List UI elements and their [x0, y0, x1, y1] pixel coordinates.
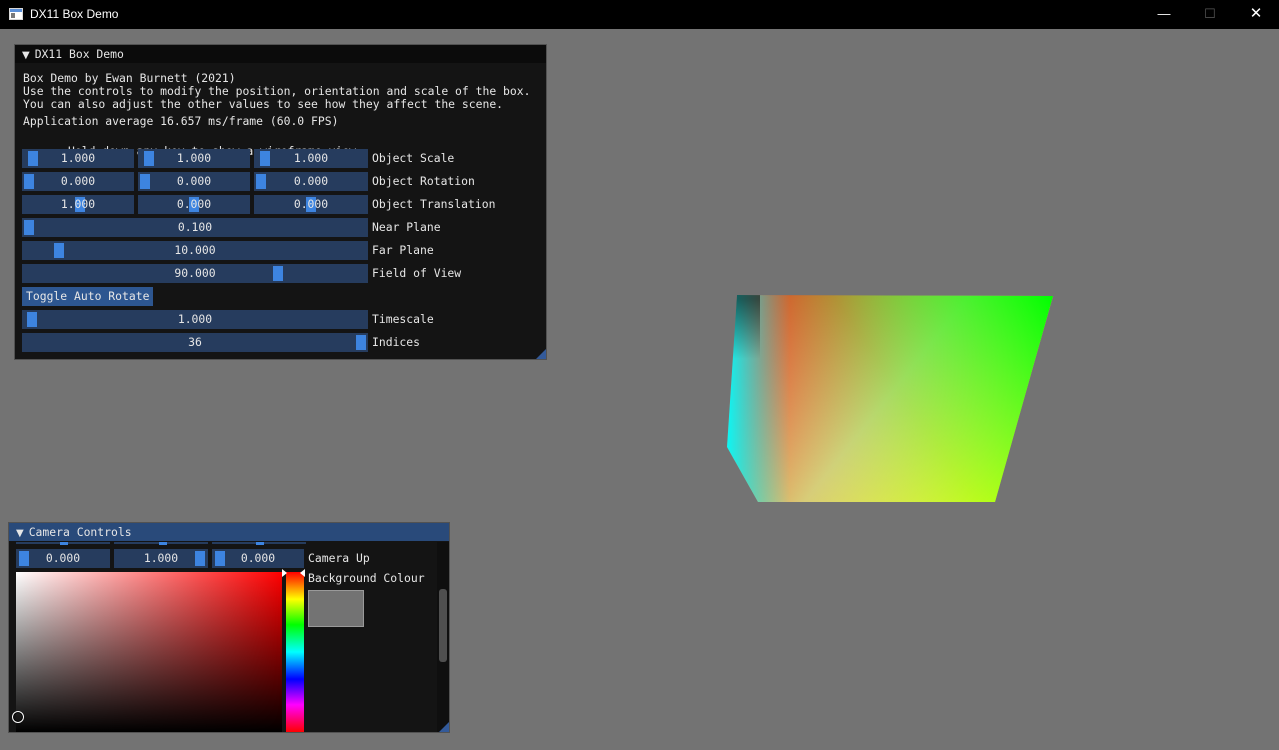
scale-y-slider[interactable]: 1.000 [138, 149, 250, 168]
picker-cursor-icon[interactable] [12, 711, 24, 723]
hue-marker-icon[interactable] [282, 569, 287, 577]
slider-grab[interactable] [273, 266, 283, 281]
slider-value: 36 [188, 335, 202, 349]
translation-z-slider[interactable]: 0.000 [254, 195, 368, 214]
scrollbar-thumb[interactable] [439, 589, 447, 662]
slider-value: 1.000 [176, 151, 212, 165]
resize-grip-icon[interactable] [439, 722, 449, 732]
slider-value: 0.000 [176, 197, 212, 211]
slider-grab[interactable] [24, 174, 34, 189]
resize-grip-icon[interactable] [536, 349, 546, 359]
minimize-button[interactable]: — [1141, 0, 1187, 29]
translation-y-slider[interactable]: 0.000 [138, 195, 250, 214]
collapse-arrow-icon[interactable]: ▼ [22, 50, 30, 61]
object-translation-label: Object Translation [372, 197, 496, 211]
saturation-value-picker[interactable] [16, 572, 282, 732]
window-title-bar: DX11 Box Demo — ☐ ✕ [0, 0, 1279, 29]
slider-value: 1.000 [60, 151, 96, 165]
far-plane-slider[interactable]: 10.000 [22, 241, 368, 260]
panel-title: DX11 Box Demo [34, 47, 124, 61]
slider-grab[interactable] [144, 151, 154, 166]
slider-grab[interactable] [260, 151, 270, 166]
camera-up-y-slider[interactable]: 1.000 [114, 549, 208, 568]
slider-grab[interactable] [24, 220, 34, 235]
hue-marker-icon-right[interactable] [300, 569, 305, 577]
camera-up-x-slider[interactable]: 0.000 [16, 549, 110, 568]
collapse-arrow-icon[interactable]: ▼ [16, 528, 24, 539]
box-demo-panel-title-bar[interactable]: ▼ DX11 Box Demo [15, 45, 546, 63]
scrolled-row-remnant [16, 542, 306, 545]
app-window-icon [9, 8, 23, 20]
slider-grab[interactable] [256, 174, 266, 189]
rendered-box [727, 295, 1053, 502]
rotation-x-slider[interactable]: 0.000 [22, 172, 134, 191]
slider-value: 10.000 [174, 243, 216, 257]
background-colour-swatch[interactable] [308, 590, 364, 627]
far-plane-label: Far Plane [372, 243, 434, 257]
window-title: DX11 Box Demo [30, 7, 119, 21]
indices-slider[interactable]: 36 [22, 333, 368, 352]
camera-up-label: Camera Up [308, 551, 370, 565]
rotation-y-slider[interactable]: 0.000 [138, 172, 250, 191]
slider-grab[interactable] [28, 151, 38, 166]
translation-x-slider[interactable]: 1.000 [22, 195, 134, 214]
slider-grab[interactable] [140, 174, 150, 189]
slider-value: 1.000 [60, 197, 96, 211]
scale-z-slider[interactable]: 1.000 [254, 149, 368, 168]
fov-slider[interactable]: 90.000 [22, 264, 368, 283]
slider-value: 0.000 [176, 174, 212, 188]
slider-value: 0.100 [177, 220, 213, 234]
object-scale-label: Object Scale [372, 151, 455, 165]
camera-controls-panel: ▼ Camera Controls 0.000 1.000 0.000 Camer… [8, 522, 450, 733]
near-plane-slider[interactable]: 0.100 [22, 218, 368, 237]
scale-x-slider[interactable]: 1.000 [22, 149, 134, 168]
timescale-slider[interactable]: 1.000 [22, 310, 368, 329]
slider-value: 90.000 [174, 266, 216, 280]
rotation-z-slider[interactable]: 0.000 [254, 172, 368, 191]
close-button[interactable]: ✕ [1233, 0, 1279, 29]
maximize-button[interactable]: ☐ [1187, 0, 1233, 29]
slider-value: 0.000 [240, 551, 276, 565]
frame-stats: Application average 16.657 ms/frame (60.… [23, 114, 339, 128]
timescale-label: Timescale [372, 312, 434, 326]
slider-grab[interactable] [27, 312, 37, 327]
box-demo-panel: ▼ DX11 Box Demo Box Demo by Ewan Burnett … [14, 44, 547, 360]
slider-grab[interactable] [195, 551, 205, 566]
camera-panel-title-bar[interactable]: ▼ Camera Controls [9, 523, 449, 541]
object-rotation-label: Object Rotation [372, 174, 475, 188]
slider-grab[interactable] [356, 335, 366, 350]
background-colour-label: Background Colour [308, 571, 425, 585]
slider-value: 0.000 [45, 551, 81, 565]
slider-grab[interactable] [54, 243, 64, 258]
fov-label: Field of View [372, 266, 462, 280]
slider-value: 0.000 [293, 174, 329, 188]
slider-value: 1.000 [143, 551, 179, 565]
instructions-text-2: You can also adjust the other values to … [23, 97, 504, 111]
near-plane-label: Near Plane [372, 220, 441, 234]
toggle-auto-rotate-button[interactable]: Toggle Auto Rotate [22, 287, 154, 306]
slider-value: 0.000 [293, 197, 329, 211]
slider-value: 1.000 [177, 312, 213, 326]
slider-value: 1.000 [293, 151, 329, 165]
hue-slider[interactable] [286, 572, 304, 732]
slider-grab[interactable] [215, 551, 225, 566]
panel-title: Camera Controls [28, 525, 132, 539]
slider-grab[interactable] [19, 551, 29, 566]
camera-up-z-slider[interactable]: 0.000 [212, 549, 304, 568]
slider-value: 0.000 [60, 174, 96, 188]
indices-label: Indices [372, 335, 421, 349]
